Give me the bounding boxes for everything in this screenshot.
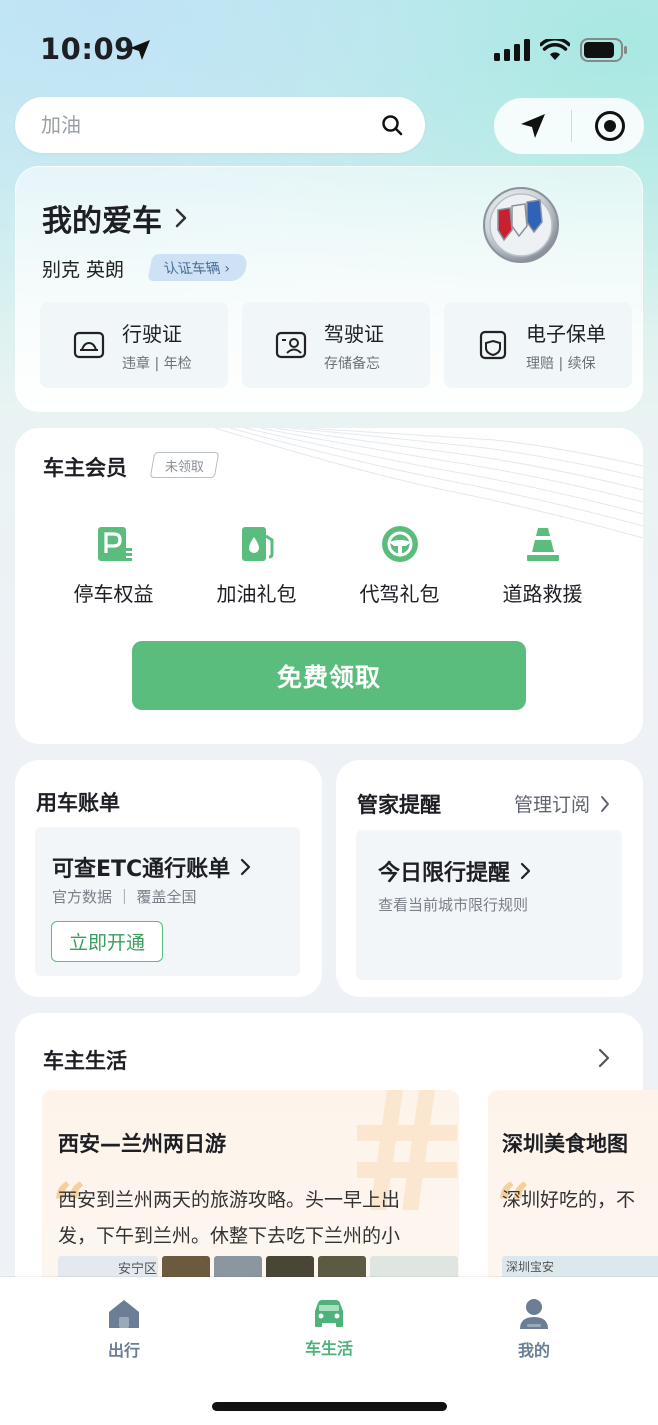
tile-label: 驾驶证 — [324, 321, 384, 346]
miniapp-capsule — [494, 98, 644, 154]
member-perks: 停车权益 加油礼包 代驾礼包 道路救援 — [42, 524, 614, 607]
chevron-right-icon[interactable] — [598, 1048, 610, 1072]
article-line: 西安到兰州两天的旅游攻略。头一早上出 — [58, 1189, 401, 1211]
traffic-restriction-subtitle: 查看当前城市限行规则 — [378, 896, 529, 914]
perk-road-rescue[interactable]: 道路救援 — [471, 524, 614, 607]
target-circle-icon[interactable] — [594, 110, 626, 142]
map-label: 安宁区 — [118, 1262, 158, 1277]
travel-icon — [109, 1300, 139, 1328]
battery-icon — [580, 38, 627, 62]
article-title: 西安—兰州两日游 — [58, 1132, 226, 1156]
car-owner-life-title: 车主生活 — [43, 1049, 127, 1073]
perk-label: 停车权益 — [73, 582, 154, 606]
perk-designated-driver[interactable]: 代驾礼包 — [328, 524, 471, 607]
vehicle-license-icon — [73, 331, 105, 359]
tile-sub: 违章 | 年检 — [122, 355, 192, 372]
etc-bill-link[interactable]: 可查ETC通行账单 — [52, 851, 251, 883]
steering-wheel-icon — [381, 526, 418, 562]
fuel-icon — [241, 527, 273, 561]
etc-bill-title: 可查ETC通行账单 — [52, 857, 231, 882]
unclaimed-badge: 未领取 — [149, 452, 220, 478]
chevron-right-icon — [175, 208, 187, 228]
car-icon — [315, 1300, 343, 1327]
insurance-policy-icon — [479, 330, 507, 360]
traffic-cone-icon — [526, 528, 559, 561]
search-input[interactable] — [41, 113, 341, 137]
status-time: 10:09 — [40, 32, 135, 66]
wifi-icon — [540, 39, 570, 60]
traffic-restriction-title: 今日限行提醒 — [378, 861, 511, 886]
buick-logo-icon — [482, 186, 560, 268]
search-icon[interactable] — [381, 114, 403, 136]
chevron-right-icon — [601, 795, 610, 812]
article-title: 深圳美食地图 — [502, 1132, 628, 1156]
tile-sub: 理赔 | 续保 — [526, 355, 596, 372]
perk-label: 代驾礼包 — [359, 582, 440, 606]
etc-bill-subtitle: 官方数据 ｜ 覆盖全国 — [52, 888, 197, 906]
car-model-name: 别克 英朗 — [42, 259, 125, 281]
perk-label: 道路救援 — [502, 582, 583, 606]
open-now-button[interactable]: 立即开通 — [51, 921, 163, 962]
perk-fuel[interactable]: 加油礼包 — [185, 524, 328, 607]
cellular-signal-icon — [494, 39, 530, 61]
driver-license-icon — [275, 331, 307, 359]
perk-label: 加油礼包 — [216, 582, 297, 606]
search-bar[interactable] — [15, 97, 425, 153]
tab-label: 我的 — [517, 1341, 550, 1360]
tile-label: 电子保单 — [526, 321, 606, 346]
tab-travel[interactable]: 出行 — [79, 1297, 169, 1361]
car-document-tiles: 行驶证违章 | 年检 驾驶证存储备忘 电子保单理赔 | 续保 — [40, 302, 632, 388]
parking-icon — [97, 527, 132, 561]
membership-title: 车主会员 — [43, 456, 127, 480]
manage-subscription-label: 管理订阅 — [514, 794, 591, 816]
map-label: 深圳宝安 — [506, 1260, 555, 1274]
tab-car-life[interactable]: 车生活 — [284, 1297, 374, 1359]
my-car-title[interactable]: 我的爱车 — [42, 196, 188, 240]
my-car-title-text: 我的爱车 — [42, 204, 162, 239]
certify-vehicle-badge[interactable]: 认证车辆 › — [147, 254, 249, 281]
tile-sub: 存储备忘 — [324, 355, 380, 372]
tab-label: 出行 — [107, 1341, 140, 1360]
unclaimed-badge-text: 未领取 — [165, 459, 205, 475]
article-line: 发，下午到兰州。休整下去吃下兰州的小 — [58, 1225, 401, 1247]
reminder-title: 管家提醒 — [357, 793, 441, 817]
tile-driver-license[interactable]: 驾驶证 存储备忘 — [242, 302, 430, 388]
chevron-right-icon — [520, 862, 531, 880]
tab-label: 车生活 — [304, 1339, 353, 1358]
vehicle-bill-title: 用车账单 — [36, 791, 120, 815]
status-indicators — [494, 38, 628, 62]
home-indicator — [212, 1402, 447, 1411]
perk-parking[interactable]: 停车权益 — [42, 524, 185, 607]
tile-label: 行驶证 — [122, 321, 182, 346]
traffic-restriction-link[interactable]: 今日限行提醒 — [378, 855, 531, 887]
chevron-right-icon — [241, 858, 251, 876]
certify-vehicle-label: 认证车辆 — [162, 260, 222, 277]
tab-profile[interactable]: 我的 — [489, 1297, 579, 1361]
manage-subscription-link[interactable]: 管理订阅 — [514, 790, 610, 817]
tile-vehicle-license[interactable]: 行驶证违章 | 年检 — [40, 302, 228, 388]
tile-insurance[interactable]: 电子保单理赔 | 续保 — [444, 302, 632, 388]
location-services-icon — [128, 38, 152, 66]
profile-icon — [520, 1299, 548, 1329]
capsule-divider — [570, 110, 572, 142]
article-line: 深圳好吃的，不 — [502, 1189, 636, 1211]
claim-free-button[interactable]: 免费领取 — [132, 641, 526, 710]
navigation-arrow-icon[interactable] — [518, 111, 548, 141]
